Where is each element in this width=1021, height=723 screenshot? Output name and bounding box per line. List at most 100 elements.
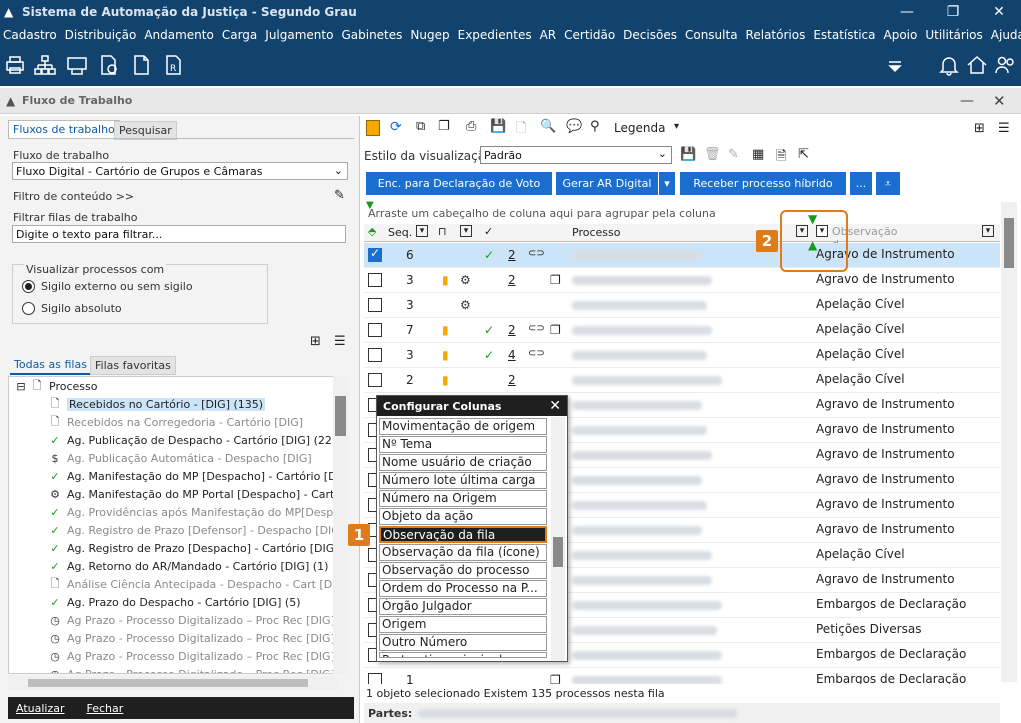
column-option[interactable]: Origem	[379, 616, 547, 633]
tab-filas-favoritas[interactable]: Filas favoritas	[90, 356, 176, 375]
row-checkbox[interactable]	[368, 373, 382, 387]
column-option[interactable]: Nome usuário de criação	[379, 454, 547, 471]
view-style-select[interactable]: Padrão ⌄	[480, 146, 672, 164]
tree-item[interactable]: ◷ Ag Prazo - Processo Digitalizado – Proc…	[47, 665, 335, 674]
column-option[interactable]: Parte ativa principal	[379, 652, 547, 658]
radio-sigilo-absoluto[interactable]	[22, 302, 35, 315]
hierarchy-icon[interactable]	[34, 54, 56, 76]
collapse-icon[interactable]: ⊟	[13, 380, 29, 393]
window-icon[interactable]: ⧉	[416, 119, 425, 134]
dropdown-arrow-icon[interactable]	[884, 54, 906, 76]
workflow-select[interactable]: Fluxo Digital - Cartório de Grupos e Câm…	[12, 162, 348, 180]
tree-item[interactable]: ◷ Ag Prazo - Processo Digitalizado – Proc…	[47, 647, 335, 665]
row-checkbox[interactable]	[368, 673, 382, 684]
menu-6[interactable]: Nugep	[410, 28, 449, 42]
broom-icon[interactable]: ✎	[334, 188, 345, 203]
menu-5[interactable]: Gabinetes	[341, 28, 402, 42]
collapse-toolbar-button[interactable]: ⩡	[876, 172, 900, 195]
minimize-button[interactable]: —	[884, 0, 930, 24]
zoom-icon[interactable]: ⚲	[590, 119, 600, 134]
tree-item[interactable]: $ Ag. Publicação Automática - Despacho [D…	[47, 449, 312, 467]
menu-4[interactable]: Julgamento	[265, 28, 333, 42]
column-option[interactable]: Movimentação de origem	[379, 418, 547, 435]
list-view-icon-right[interactable]: ☰	[998, 121, 1010, 136]
bookmark-filter-icon[interactable]: ▾	[460, 225, 472, 237]
tree-item[interactable]: 🗋 Recebidos no Cartório - [DIG] (135)	[47, 395, 266, 413]
document-r-icon[interactable]: R	[162, 54, 184, 76]
row-checkbox[interactable]	[368, 246, 382, 262]
tab-todas-as-filas[interactable]: Todas as filas	[10, 356, 91, 375]
tree-item[interactable]: ✓ Ag. Publicação de Despacho - Cartório […	[47, 431, 336, 449]
tree-item[interactable]: ◷ Ag Prazo - Processo Digitalizado – Proc…	[47, 611, 335, 629]
grid-scrollbar[interactable]	[1001, 202, 1017, 682]
menu-3[interactable]: Carga	[222, 28, 257, 42]
menu-2[interactable]: Andamento	[144, 28, 214, 42]
save-icon[interactable]: 💾	[490, 119, 506, 134]
bell-icon[interactable]	[938, 54, 960, 76]
column-option[interactable]: Observação da fila	[379, 526, 547, 543]
menu-1[interactable]: Distribuição	[65, 28, 137, 42]
row-checkbox[interactable]	[368, 298, 382, 312]
column-option[interactable]: Outro Número	[379, 634, 547, 651]
menu-8[interactable]: AR	[540, 28, 557, 42]
menu-15[interactable]: Utilitários	[925, 28, 982, 42]
more-actions-button[interactable]: ...	[850, 172, 872, 195]
table-row[interactable]: 3 ▮ ⚙ 2 ❐ Agravo de Instrumento	[364, 268, 1000, 293]
grid-scrollbar-thumb[interactable]	[1004, 218, 1014, 268]
column-option[interactable]: Número na Origem	[379, 490, 547, 507]
fechar-button[interactable]: Fechar	[87, 702, 124, 715]
doc-list-icon[interactable]: 🗎	[776, 147, 786, 169]
radio-sigilo-externo[interactable]	[22, 280, 35, 293]
table-row[interactable]: 3 ⚙ Apelação Cível	[364, 293, 1000, 318]
copy-window-icon[interactable]: ❐	[438, 119, 450, 134]
table-row[interactable]: 7 ▮ ✓ 2 ⊂⊃ ❐ Apelação Cível	[364, 318, 1000, 343]
column-option[interactable]: Observação da fila (ícone)	[379, 544, 547, 561]
tree-hscrollbar-thumb[interactable]	[28, 679, 308, 687]
tree-root[interactable]: ⊟ 🗋 Processo	[13, 377, 97, 395]
tree-item[interactable]: ◷ Ag Prazo - Processo Digitalizado – Proc…	[47, 629, 335, 647]
folder-transfer-icon[interactable]	[66, 54, 88, 76]
list-view-icon[interactable]: ☰	[334, 334, 346, 349]
bookmark-column-icon[interactable]: ⊓	[438, 225, 447, 238]
tree-item[interactable]: ⚙ Ag. Manifestação do MP Portal [Despacho…	[47, 485, 337, 503]
home-search-icon[interactable]	[966, 54, 988, 76]
tree-item[interactable]: 🗋 Análise Ciência Antecipada - Despacho -…	[47, 575, 337, 593]
document-icon[interactable]	[130, 54, 152, 76]
subwindow-close-button[interactable]: ✕	[993, 92, 1006, 110]
column-option[interactable]: Órgão Julgador	[379, 598, 547, 615]
receber-processo-hibrido-button[interactable]: Receber processo híbrido	[680, 172, 846, 195]
table-row[interactable]: 3 ▮ ✓ 4 ⊂⊃ Apelação Cível	[364, 343, 1000, 368]
column-option[interactable]: Número lote última carga	[379, 472, 547, 489]
tree-item[interactable]: ✓ Ag. Registro de Prazo [Defensor] - Desp…	[47, 521, 337, 539]
tree-view-icon[interactable]: ⊞	[310, 334, 321, 349]
printer-icon-2[interactable]: ⎙	[466, 119, 476, 134]
tree-item[interactable]: 🗋 Recebidos na Corregedoria - Cartório [D…	[47, 413, 304, 431]
close-button[interactable]: ✕	[976, 0, 1021, 24]
tree-scrollbar-thumb[interactable]	[335, 396, 346, 436]
search-doc-icon[interactable]: 🔍	[540, 119, 556, 134]
excel-icon[interactable]: ▦	[752, 147, 764, 162]
column-option[interactable]: Ordem do Processo na P...	[379, 580, 547, 597]
menu-14[interactable]: Apoio	[884, 28, 918, 42]
tree-item[interactable]: ✓ Ag. Providências após Manifestação do M…	[47, 503, 337, 521]
gerar-ar-digital-button[interactable]: Gerar AR Digital	[556, 172, 658, 195]
row-checkbox[interactable]	[368, 273, 382, 287]
menu-11[interactable]: Consulta	[685, 28, 738, 42]
menu-9[interactable]: Certidão	[564, 28, 615, 42]
table-row[interactable]: 6✓2⊂⊃Agravo de Instrumento	[364, 243, 1000, 268]
comment-icon[interactable]: 💬	[566, 119, 582, 134]
class-filter-icon[interactable]: ▾	[982, 225, 994, 237]
save-view-icon[interactable]: 💾	[680, 147, 696, 162]
row-checkbox[interactable]	[368, 348, 382, 362]
column-processo[interactable]: Processo	[572, 226, 620, 239]
column-seq[interactable]: Seq.	[388, 226, 412, 239]
column-option[interactable]: Observação do processo	[379, 562, 547, 579]
users-icon[interactable]	[994, 54, 1016, 76]
table-row[interactable]: 1 ❐ Embargos de Declaração	[364, 668, 1000, 684]
export-icon[interactable]: ⇱	[798, 147, 809, 162]
legend-caret-icon[interactable]: ▾	[674, 121, 679, 132]
tree-item[interactable]: ✓ Ag. Retorno do AR/Mandado - Cartório [D…	[47, 557, 328, 575]
tree-item[interactable]: ✓ Ag. Manifestação do MP [Despacho] - Car…	[47, 467, 337, 485]
popup-close-icon[interactable]: ✕	[549, 398, 561, 414]
tree-item[interactable]: ✓ Ag. Prazo do Despacho - Cartório [DIG] …	[47, 593, 300, 611]
